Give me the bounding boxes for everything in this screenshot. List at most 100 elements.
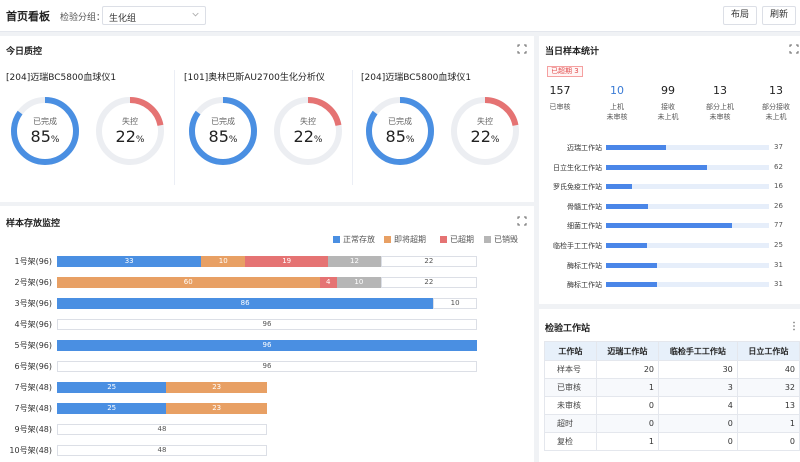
done-gauge: 已完成 85% xyxy=(10,96,80,166)
row-label-cell: 已审核 xyxy=(544,378,597,397)
storage-rack-row[interactable]: 7号架(48) 25 23 xyxy=(0,382,480,394)
percent-unit: % xyxy=(313,135,323,145)
group-select[interactable]: 生化组 xyxy=(102,6,206,25)
stat-label-line: 未审核 xyxy=(606,113,628,121)
station-bar-fill xyxy=(606,243,647,248)
station-bar-fill xyxy=(606,282,657,288)
storage-rack-row[interactable]: 1号架(96) 33 10 19 12 22 xyxy=(0,256,480,268)
storage-rack-row[interactable]: 2号架(96) 60 4 10 22 xyxy=(0,277,480,289)
station-row[interactable]: 酶标工作站 31 xyxy=(540,260,790,272)
table-row[interactable]: 样本号 20 30 40 xyxy=(544,360,800,379)
legend-item[interactable]: 即将超期 xyxy=(384,234,426,245)
row-label-cell: 复检 xyxy=(544,432,597,451)
stat-value[interactable]: 99 xyxy=(646,84,690,97)
instrument-name: [204]迈瑞BC5800血球仪1 xyxy=(361,73,472,83)
table-header-cell[interactable]: 迈瑞工作站 xyxy=(595,341,660,361)
station-row[interactable]: 日立生化工作站 62 xyxy=(540,162,790,174)
done-number: 85 xyxy=(208,127,229,146)
station-row[interactable]: 罗氏免疫工作站 16 xyxy=(540,181,790,193)
qc-instrument[interactable]: [204]迈瑞BC5800血球仪1 已完成 85% 失控 22% xyxy=(361,70,537,190)
done-label: 已完成 xyxy=(33,117,57,126)
station-bar-track xyxy=(606,282,769,288)
stat-value[interactable]: 13 xyxy=(698,84,742,97)
rack-bar: 86 10 xyxy=(57,298,477,309)
bar-segment-destroyed: 10 xyxy=(337,277,381,288)
storage-rack-row[interactable]: 9号架(48) 48 xyxy=(0,424,480,436)
storage-rack-row[interactable]: 7号架(48) 25 23 xyxy=(0,403,480,415)
stat-value[interactable]: 10 xyxy=(595,84,639,97)
done-number: 85 xyxy=(385,127,406,146)
rack-label: 4号架(96) xyxy=(14,320,52,329)
workstation-table: 工作站 迈瑞工作站 临检手工工作站 日立工作站 样本号 20 30 40 已审核 1 3 32 未审核… xyxy=(544,341,800,451)
bar-segment-empty: 22 xyxy=(380,277,477,288)
storage-rack-row[interactable]: 3号架(96) 86 10 xyxy=(0,298,480,310)
out-value: 22% xyxy=(273,127,343,146)
station-row[interactable]: 骨髓工作站 26 xyxy=(540,201,790,213)
legend-item[interactable]: 已销毁 xyxy=(484,234,518,245)
station-row[interactable]: 迈瑞工作站 37 xyxy=(540,142,790,154)
table-header-cell[interactable]: 工作站 xyxy=(544,341,597,361)
rack-bar: 60 4 10 22 xyxy=(57,277,477,288)
table-row[interactable]: 未审核 0 4 13 xyxy=(544,396,800,415)
station-row[interactable]: 酶标工作站 31 xyxy=(540,279,790,291)
expand-icon[interactable] xyxy=(517,44,527,54)
table-header-cell[interactable]: 临检手工工作站 xyxy=(658,341,738,361)
table-row[interactable]: 超时 0 0 1 xyxy=(544,414,800,433)
more-icon[interactable] xyxy=(791,321,797,331)
refresh-button[interactable]: 刷新 xyxy=(762,6,796,25)
divider xyxy=(174,70,175,185)
table-cell: 1 xyxy=(595,432,660,451)
storage-rack-row[interactable]: 10号架(48) 48 xyxy=(0,445,480,457)
bar-segment-empty: 96 xyxy=(57,361,477,372)
group-label: 检验分组： xyxy=(60,13,106,23)
qc-instrument[interactable]: [101]奥林巴斯AU2700生化分析仪 已完成 85% 失控 22% xyxy=(184,70,360,190)
legend-item[interactable]: 正常存放 xyxy=(333,234,375,245)
percent-unit: % xyxy=(135,135,145,145)
stat-label-line: 接收 xyxy=(661,103,675,111)
legend-item[interactable]: 已超期 xyxy=(440,234,474,245)
layout-button[interactable]: 布局 xyxy=(723,6,757,25)
station-bar-track xyxy=(606,203,769,209)
done-number: 85 xyxy=(30,127,51,146)
legend-label: 即将超期 xyxy=(394,235,426,244)
out-value: 22% xyxy=(450,127,520,146)
storage-rack-row[interactable]: 5号架(96) 96 xyxy=(0,340,480,352)
storage-rack-row[interactable]: 4号架(96) 96 xyxy=(0,319,480,331)
station-row[interactable]: 临检手工工作站 25 xyxy=(540,240,790,252)
out-number: 22 xyxy=(293,127,314,146)
stat-value[interactable]: 157 xyxy=(538,84,582,97)
table-row[interactable]: 已审核 1 3 32 xyxy=(544,378,800,397)
percent-unit: % xyxy=(405,135,415,145)
done-label: 已完成 xyxy=(211,117,235,126)
overdue-badge[interactable]: 已超期 3 xyxy=(547,66,583,77)
stat-label-line: 未上机 xyxy=(765,113,787,121)
station-bar-track xyxy=(606,145,769,150)
out-gauge: 失控 22% xyxy=(95,96,165,166)
legend-label: 已超期 xyxy=(450,235,474,244)
station-row[interactable]: 细菌工作站 77 xyxy=(540,220,790,232)
top-bar: 首页看板 检验分组： 生化组 布局 刷新 xyxy=(0,0,800,32)
legend-label: 已销毁 xyxy=(494,235,518,244)
stat-label: 部分上机 未审核 xyxy=(692,102,748,122)
table-cell: 30 xyxy=(658,360,738,379)
stat-label: 上机 未审核 xyxy=(589,102,645,122)
table-cell: 0 xyxy=(658,414,738,433)
qc-instrument[interactable]: [204]迈瑞BC5800血球仪1 已完成 85% 失控 22% xyxy=(6,70,182,190)
station-name: 细菌工作站 xyxy=(567,222,602,231)
table-header-cell[interactable]: 日立工作站 xyxy=(736,341,800,361)
storage-rack-row[interactable]: 6号架(96) 96 xyxy=(0,361,480,373)
table-row[interactable]: 复检 1 0 0 xyxy=(544,432,800,451)
station-bar-track xyxy=(606,184,769,190)
station-name: 罗氏免疫工作站 xyxy=(553,183,602,192)
expand-icon[interactable] xyxy=(789,44,799,54)
expand-icon[interactable] xyxy=(517,216,527,226)
out-gauge: 失控 22% xyxy=(273,96,343,166)
bar-segment-soon: 10 xyxy=(201,256,246,267)
station-bar-track xyxy=(606,223,769,229)
out-label: 失控 xyxy=(477,117,493,126)
station-bar-fill xyxy=(606,223,732,229)
rack-label: 6号架(96) xyxy=(14,362,52,371)
qc-title: 今日质控 xyxy=(6,47,43,57)
stat-value[interactable]: 13 xyxy=(754,84,798,97)
bar-segment-soon: 23 xyxy=(166,382,267,393)
